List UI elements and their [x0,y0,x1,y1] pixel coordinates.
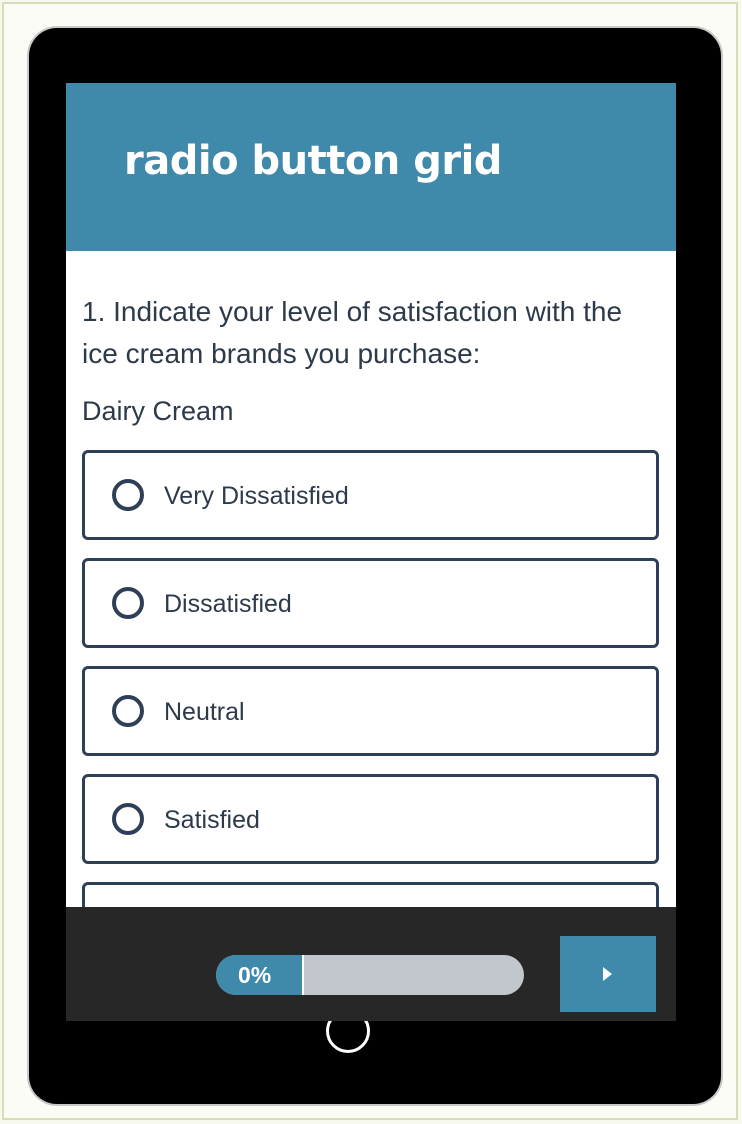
survey-screen: radio button grid 1. Indicate your level… [66,83,676,1021]
progress-percent: 0% [238,962,272,988]
radio-button-icon[interactable] [112,695,144,727]
option-partially-visible[interactable] [82,882,659,907]
radio-button-icon[interactable] [112,587,144,619]
option-label: Very Dissatisfied [164,482,349,510]
option-label: Dissatisfied [164,590,292,618]
option-dissatisfied[interactable]: Dissatisfied [82,558,659,648]
option-very-dissatisfied[interactable]: Very Dissatisfied [82,450,659,540]
radio-button-icon[interactable] [112,479,144,511]
next-button[interactable] [560,936,656,1012]
survey-header: radio button grid [66,83,676,251]
survey-title: radio button grid [124,138,502,184]
option-label: Satisfied [164,806,260,834]
progress-fill: 0% [216,955,304,995]
survey-content[interactable]: 1. Indicate your level of satisfaction w… [66,251,676,907]
question-text: 1. Indicate your level of satisfaction w… [82,296,623,369]
progress-bar: 0% [216,955,524,995]
play-arrow-icon [603,967,612,981]
grid-row-label: Dairy Cream [82,396,234,426]
option-neutral[interactable]: Neutral [82,666,659,756]
option-label: Neutral [164,698,245,726]
radio-options: Very Dissatisfied Dissatisfied Neutral S… [82,450,659,907]
option-satisfied[interactable]: Satisfied [82,774,659,864]
radio-button-icon[interactable] [112,803,144,835]
survey-footer: 0% [66,907,676,1021]
